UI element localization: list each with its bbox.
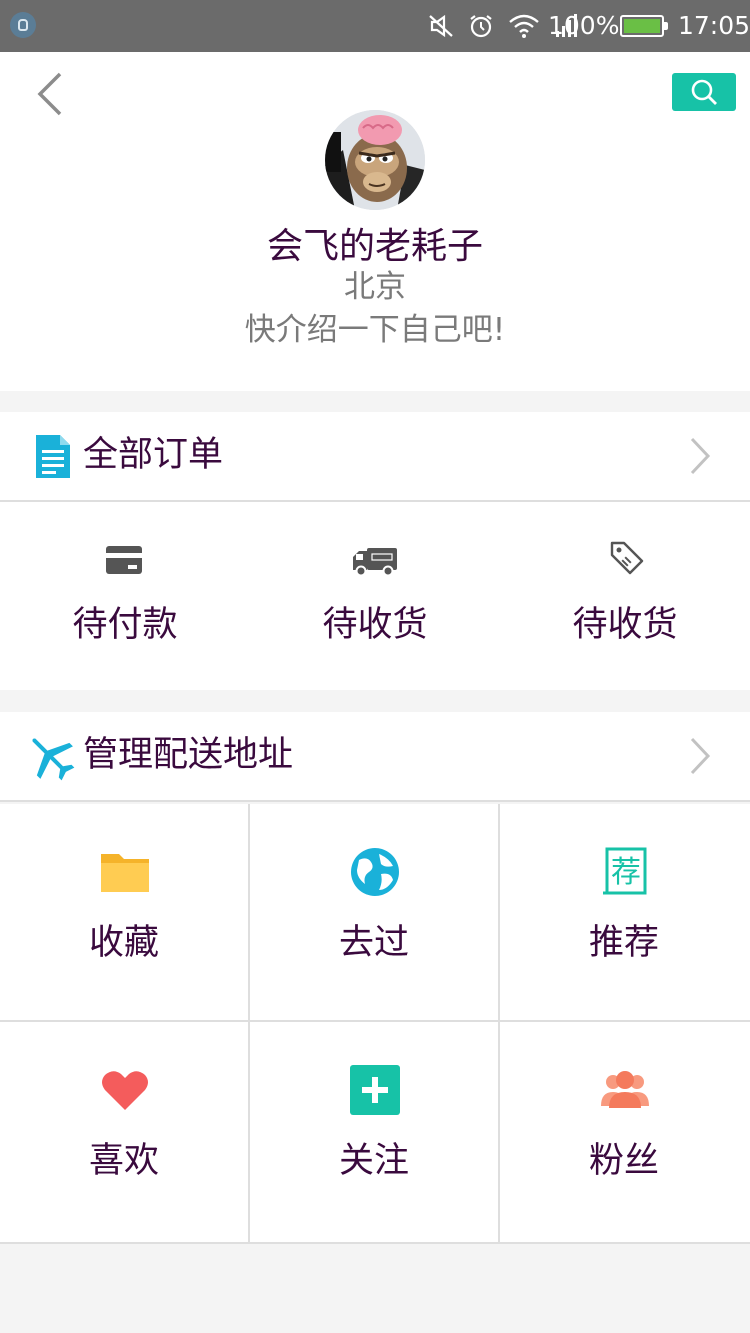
fans-icon xyxy=(601,1071,649,1108)
status-bar: 100% 17:05 xyxy=(0,0,750,52)
airplane-icon xyxy=(24,730,75,781)
order-pending-payment[interactable]: 待付款 xyxy=(0,502,250,690)
folder-icon xyxy=(101,854,149,892)
grid-item-recommend-label: 推荐 xyxy=(588,923,659,963)
recommend-icon: 荐 xyxy=(603,847,647,895)
clock: 17:05 xyxy=(678,11,750,40)
battery-icon xyxy=(620,15,668,37)
manage-address-label: 管理配送地址 xyxy=(83,735,294,775)
heart-icon xyxy=(102,1071,148,1110)
chevron-right-icon xyxy=(690,437,711,475)
wifi-icon xyxy=(509,14,539,38)
monkey-avatar-icon xyxy=(325,110,425,210)
chevron-right-icon xyxy=(690,737,711,775)
battery-percent: 100% xyxy=(548,11,620,40)
all-orders-label: 全部订单 xyxy=(83,435,224,475)
grid-item-fans-label: 粉丝 xyxy=(588,1141,659,1181)
order-pending-payment-label: 待付款 xyxy=(72,605,178,645)
tag-icon xyxy=(610,541,644,575)
order-status-section: 待付款 待收货 待收货 xyxy=(0,502,750,690)
alarm-icon xyxy=(470,15,492,38)
vibrate-mute-icon xyxy=(429,14,453,38)
back-button[interactable] xyxy=(30,70,70,118)
chevron-left-icon xyxy=(37,72,62,116)
grid-item-likes-label: 喜欢 xyxy=(88,1141,159,1181)
grid-item-favorites[interactable]: 收藏 xyxy=(0,804,248,1020)
card-icon xyxy=(106,546,142,574)
feature-grid: 收藏 去过 荐 推荐 喜欢 关注 粉丝 xyxy=(0,804,750,1244)
document-icon xyxy=(28,432,78,482)
grid-item-likes[interactable]: 喜欢 xyxy=(0,1022,248,1238)
grid-item-fans[interactable]: 粉丝 xyxy=(500,1022,748,1238)
order-pending-receipt[interactable]: 待收货 xyxy=(250,502,500,690)
avatar[interactable] xyxy=(325,110,425,210)
truck-icon xyxy=(353,548,397,577)
plus-icon xyxy=(350,1065,400,1115)
grid-item-visited[interactable]: 去过 xyxy=(250,804,498,1020)
order-pending-receipt-2[interactable]: 待收货 xyxy=(500,502,750,690)
order-pending-receipt-label: 待收货 xyxy=(322,605,428,645)
grid-item-following-label: 关注 xyxy=(338,1141,409,1181)
grid-item-recommend[interactable]: 荐 推荐 xyxy=(500,804,748,1020)
grid-item-following[interactable]: 关注 xyxy=(250,1022,498,1238)
grid-item-visited-label: 去过 xyxy=(338,923,409,963)
svg-text:荐: 荐 xyxy=(611,855,641,890)
order-pending-receipt-2-label: 待收货 xyxy=(572,605,678,645)
search-icon xyxy=(691,79,717,105)
grid-item-favorites-label: 收藏 xyxy=(88,923,159,963)
all-orders-row[interactable]: 全部订单 xyxy=(0,412,750,502)
manage-address-row[interactable]: 管理配送地址 xyxy=(0,712,750,802)
user-bio[interactable]: 快介绍一下自己吧! xyxy=(0,308,750,352)
profile-header: 会飞的老耗子 北京 快介绍一下自己吧! xyxy=(0,52,750,391)
search-button[interactable] xyxy=(672,73,736,111)
globe-icon xyxy=(351,848,399,896)
user-city: 北京 xyxy=(344,269,406,305)
app-notification-icon xyxy=(10,12,36,38)
